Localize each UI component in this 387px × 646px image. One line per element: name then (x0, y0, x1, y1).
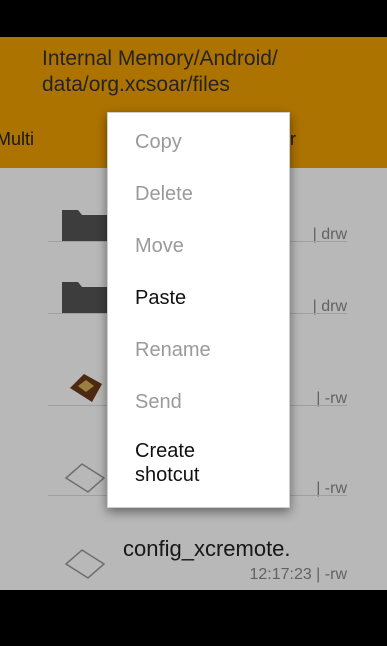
menu-item-paste[interactable]: Paste (108, 272, 289, 324)
menu-item-send[interactable]: Send (108, 376, 289, 428)
menu-item-rename[interactable]: Rename (108, 324, 289, 376)
menu-item-move[interactable]: Move (108, 220, 289, 272)
menu-item-copy[interactable]: Copy (108, 116, 289, 168)
menu-item-create-shortcut[interactable]: Create shotcut (108, 432, 289, 494)
context-menu: Copy Delete Move Paste Rename Send Creat… (107, 112, 290, 508)
menu-item-delete[interactable]: Delete (108, 168, 289, 220)
